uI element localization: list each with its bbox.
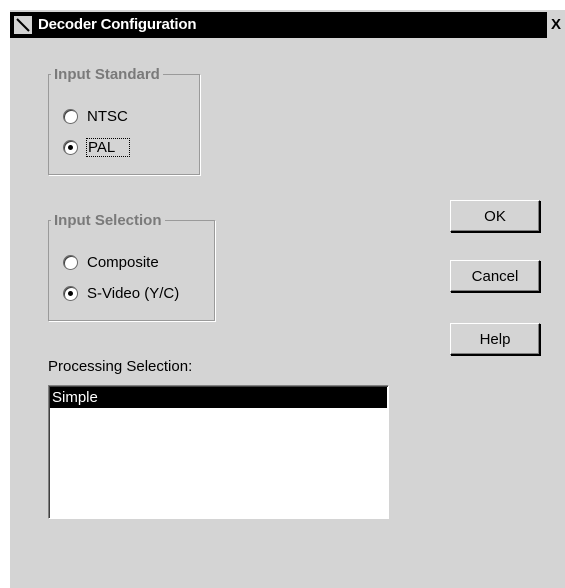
- radio-svideo-indicator[interactable]: [63, 285, 78, 301]
- radio-composite-label: Composite: [87, 253, 159, 271]
- radio-pal[interactable]: PAL: [63, 137, 131, 157]
- radio-svideo[interactable]: S-Video (Y/C): [63, 283, 179, 303]
- cancel-button[interactable]: Cancel: [450, 260, 540, 292]
- processing-selection-label: Processing Selection:: [48, 358, 193, 375]
- ok-button[interactable]: OK: [450, 200, 540, 232]
- input-selection-legend: Input Selection: [54, 212, 162, 229]
- close-button[interactable]: X: [547, 12, 565, 38]
- app-icon: [14, 16, 32, 34]
- radio-composite-indicator[interactable]: [63, 254, 78, 270]
- processing-listbox[interactable]: Simple: [48, 385, 389, 519]
- title-bar: Decoder Configuration X: [10, 12, 565, 38]
- radio-svideo-label: S-Video (Y/C): [87, 284, 180, 302]
- radio-ntsc-label: NTSC: [87, 107, 128, 125]
- radio-composite[interactable]: Composite: [63, 252, 159, 272]
- help-button[interactable]: Help: [450, 323, 540, 355]
- radio-pal-label: PAL: [85, 137, 131, 157]
- radio-pal-indicator[interactable]: [63, 139, 78, 155]
- list-item-simple[interactable]: Simple: [50, 387, 387, 408]
- window-title: Decoder Configuration: [38, 16, 197, 33]
- radio-ntsc[interactable]: NTSC: [63, 106, 128, 126]
- input-standard-legend: Input Standard: [54, 66, 160, 83]
- radio-ntsc-indicator[interactable]: [63, 108, 78, 124]
- dialog-window: Decoder Configuration X Input Standard N…: [10, 10, 565, 588]
